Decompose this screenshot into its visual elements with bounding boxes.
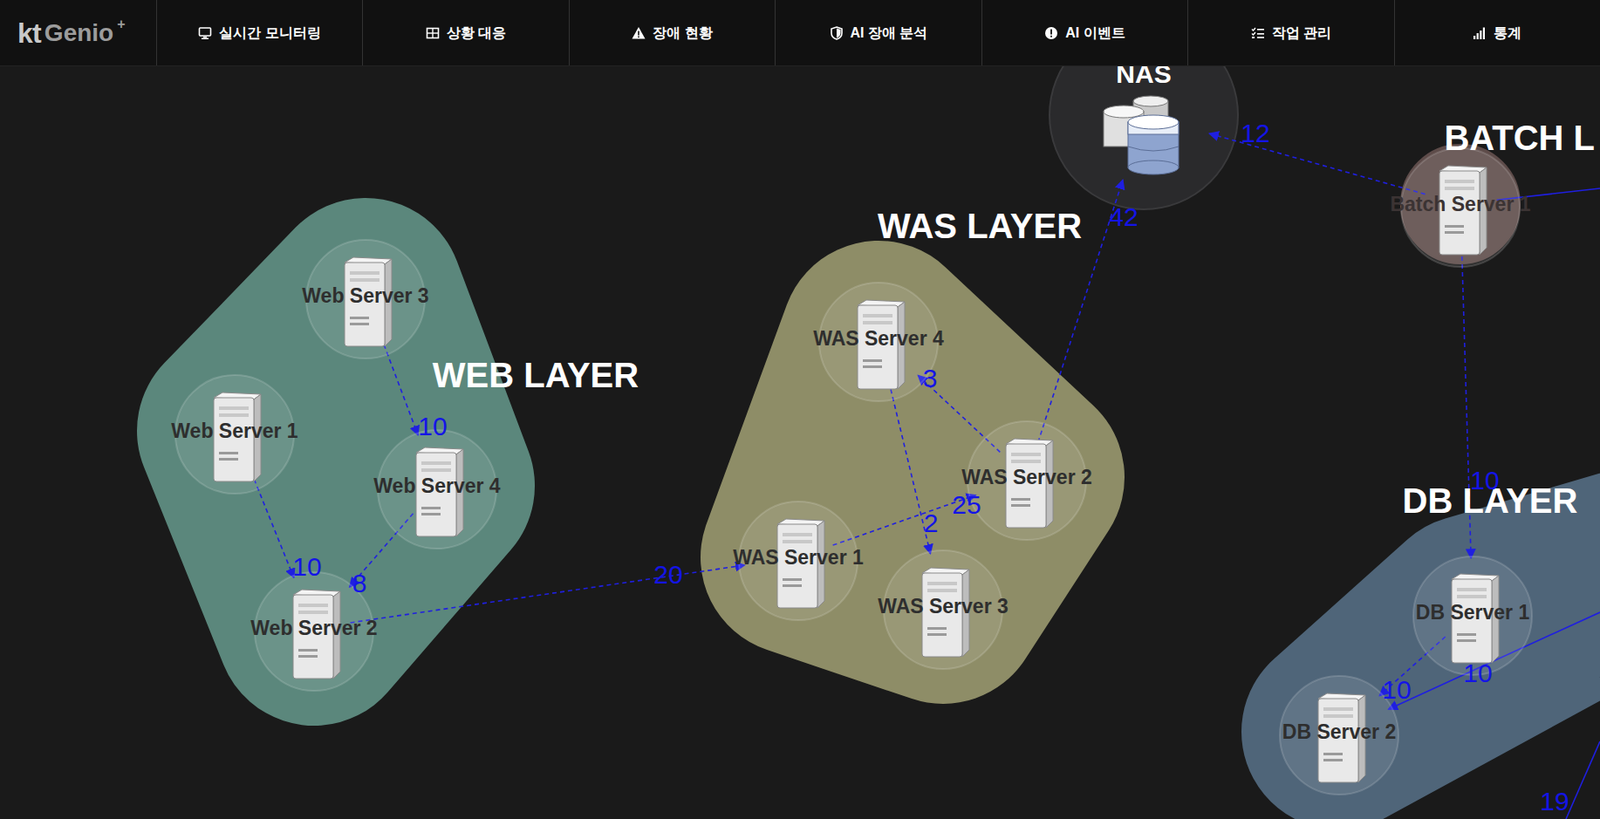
nav-item[interactable]: AI 장애 분석 xyxy=(774,0,981,66)
edge-label: 3 xyxy=(923,363,938,393)
edge-label: 25 xyxy=(951,490,981,520)
edge-label: 20 xyxy=(653,560,683,589)
nav-item[interactable]: 통계 xyxy=(1394,0,1600,66)
edge-label: 10 xyxy=(1381,675,1411,705)
shield-icon xyxy=(829,26,844,41)
nodes xyxy=(175,95,1532,795)
bar-chart-icon xyxy=(1472,26,1487,41)
logo-mark: kt xyxy=(17,12,42,55)
checklist-icon xyxy=(1251,26,1265,41)
nav-label: 상황 대응 xyxy=(446,22,506,44)
nav-label: 작업 관리 xyxy=(1271,22,1332,44)
nav-label: 장애 현황 xyxy=(652,22,712,44)
node-ring xyxy=(1279,676,1399,795)
layer-label: WAS LAYER xyxy=(877,206,1082,246)
node-label: DB Server 2 xyxy=(1282,720,1396,744)
logo-sup: + xyxy=(116,13,125,35)
edge-label: 2 xyxy=(923,508,939,538)
node-label: WAS Server 1 xyxy=(732,546,864,569)
node-label: Web Server 3 xyxy=(301,284,429,308)
nav-label: 실시간 모니터링 xyxy=(218,22,321,44)
edge-label: 8 xyxy=(352,568,368,598)
layer-label: WEB LAYER xyxy=(432,355,639,395)
nav-item[interactable]: 상황 대응 xyxy=(362,0,568,66)
database-icon xyxy=(1103,95,1179,175)
edge-line[interactable] xyxy=(350,565,746,623)
table-icon xyxy=(425,26,440,41)
edge-label: 10 xyxy=(417,411,447,441)
edges xyxy=(248,133,1600,819)
layers xyxy=(234,20,1600,732)
node-label: Web Server 1 xyxy=(170,419,299,443)
node-label: WAS Server 2 xyxy=(961,465,1093,489)
nav-label: AI 이벤트 xyxy=(1065,22,1125,44)
node-label: Web Server 4 xyxy=(373,474,501,498)
topology-page: WEB LAYERWAS LAYERDB LAYERBATCH LNAS1010… xyxy=(0,0,1600,819)
labels: WEB LAYERWAS LAYERDB LAYERBATCH LNAS1010… xyxy=(170,59,1595,816)
server-node[interactable] xyxy=(1279,676,1399,795)
edge-label: 10 xyxy=(1470,465,1499,495)
topology-svg: WEB LAYERWAS LAYERDB LAYERBATCH LNAS1010… xyxy=(0,0,1600,819)
logo[interactable]: ktGenio+ xyxy=(0,0,157,66)
nav-item[interactable]: 작업 관리 xyxy=(1187,0,1394,66)
node-label: WAS Server 3 xyxy=(877,594,1009,618)
edge-label: 19 xyxy=(1539,786,1569,816)
nav-item[interactable]: 실시간 모니터링 xyxy=(156,0,363,66)
nav-item[interactable]: 장애 현황 xyxy=(568,0,775,66)
node-label: Batch Server 1 xyxy=(1389,192,1531,216)
monitor-icon xyxy=(198,26,212,41)
topology-canvas[interactable]: WEB LAYERWAS LAYERDB LAYERBATCH LNAS1010… xyxy=(0,0,1600,819)
edge-line[interactable] xyxy=(1565,741,1600,819)
edge-label: 12 xyxy=(1240,118,1270,148)
node-label: Web Server 2 xyxy=(250,616,377,640)
edge-label: 10 xyxy=(1463,658,1492,688)
node-label: DB Server 1 xyxy=(1415,601,1531,624)
storage-node[interactable] xyxy=(1103,95,1179,175)
nav-label: AI 장애 분석 xyxy=(850,22,929,44)
logo-brand: Genio xyxy=(44,14,114,52)
top-nav: ktGenio+ 실시간 모니터링 상황 대응 장애 현황 AI 장애 분석 AI 이벤… xyxy=(0,0,1600,67)
edge-label: 10 xyxy=(292,552,322,582)
alert-circle-icon xyxy=(1044,26,1059,41)
edge-label: 42 xyxy=(1108,202,1138,232)
warning-icon xyxy=(631,26,646,41)
nav-item[interactable]: AI 이벤트 xyxy=(981,0,1188,66)
node-label: WAS Server 4 xyxy=(813,327,944,350)
layer-label: BATCH L xyxy=(1443,118,1595,158)
nav-label: 통계 xyxy=(1493,22,1522,44)
